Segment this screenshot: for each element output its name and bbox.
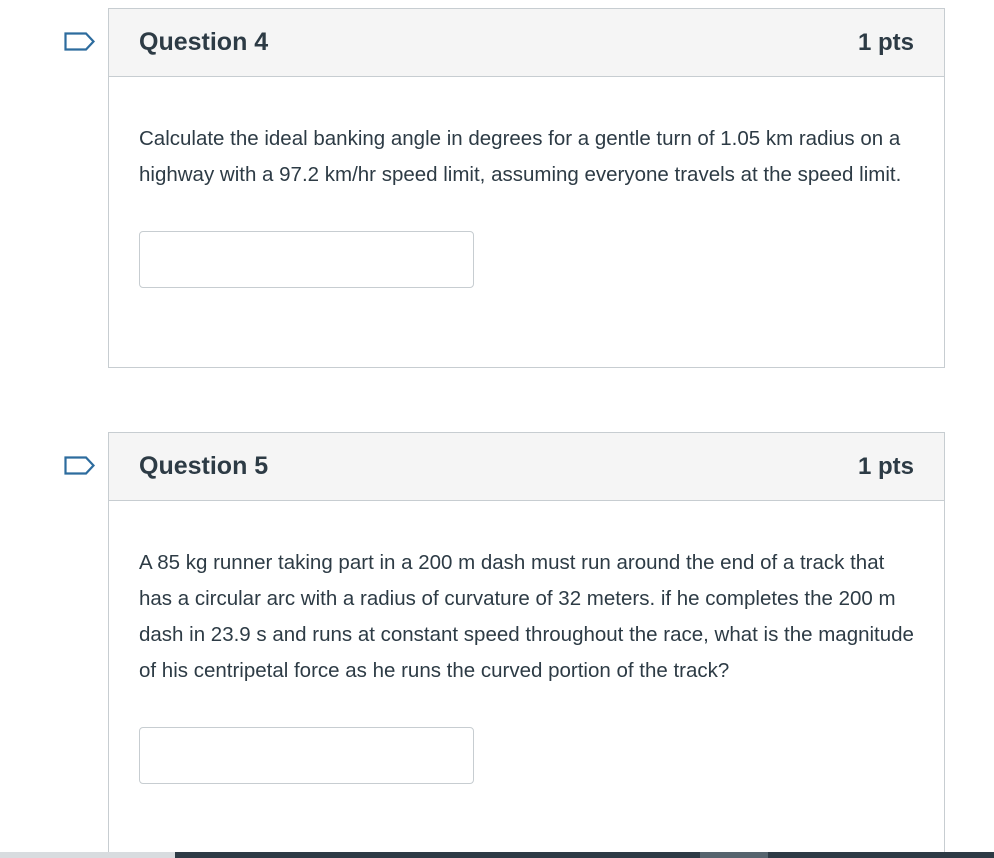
- flag-question-icon[interactable]: [64, 456, 96, 475]
- question-text: Calculate the ideal banking angle in deg…: [139, 127, 902, 186]
- question-title: Question 4: [139, 28, 269, 56]
- question-points: 1 pts: [857, 452, 914, 480]
- answer-input[interactable]: [139, 727, 474, 784]
- question-header: Question 4 1 pts: [109, 9, 944, 77]
- question-title: Question 5: [139, 452, 269, 480]
- scrollbar-thumb[interactable]: [700, 852, 768, 858]
- question-body: Calculate the ideal banking angle in deg…: [109, 77, 944, 288]
- flag-question-icon[interactable]: [64, 32, 96, 51]
- answer-input[interactable]: [139, 231, 474, 288]
- horizontal-scrollbar[interactable]: [0, 852, 994, 858]
- question-header: Question 5 1 pts: [109, 433, 944, 501]
- scrollbar-track: [175, 852, 994, 858]
- question-card: Question 5 1 pts A 85 kg runner taking p…: [108, 432, 945, 858]
- question-points: 1 pts: [857, 28, 914, 56]
- quiz-page: Question 4 1 pts Calculate the ideal ban…: [0, 0, 994, 858]
- flag-outline-icon: [64, 456, 96, 475]
- question-body: A 85 kg runner taking part in a 200 m da…: [109, 501, 944, 784]
- question-card: Question 4 1 pts Calculate the ideal ban…: [108, 8, 945, 368]
- question-text: A 85 kg runner taking part in a 200 m da…: [139, 551, 914, 682]
- flag-outline-icon: [64, 32, 96, 51]
